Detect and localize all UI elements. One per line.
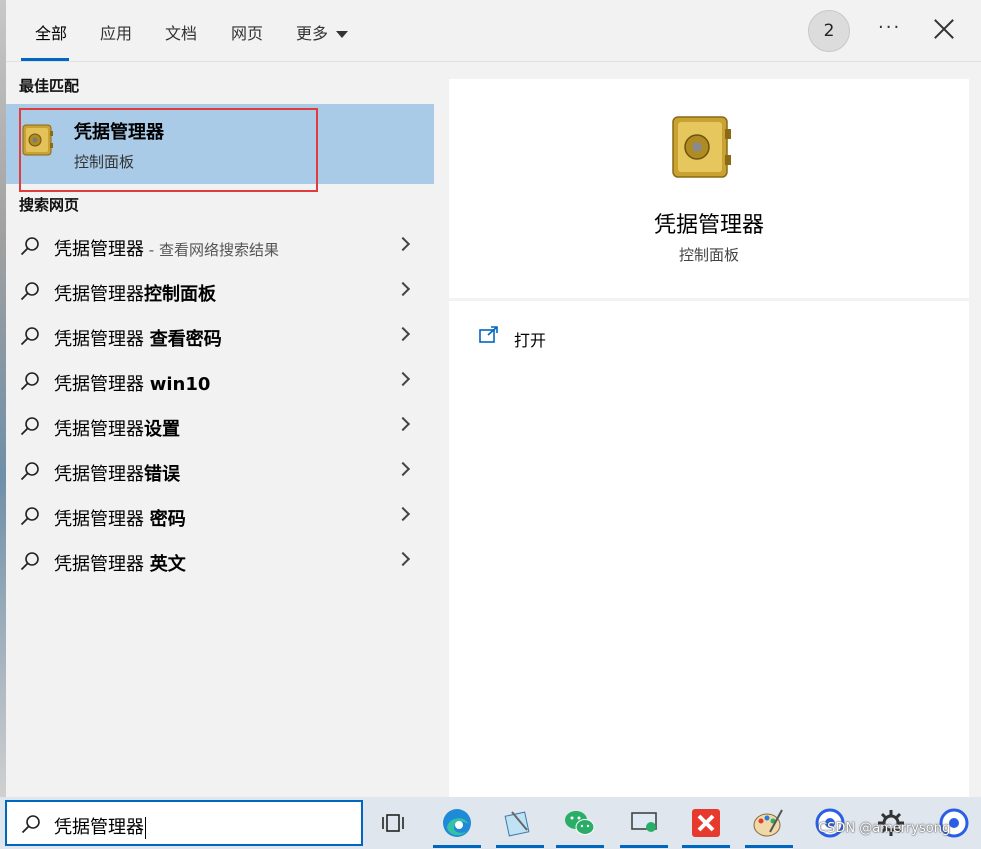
web-result-item[interactable]: 凭据管理器控制面板 [6,269,434,314]
search-input-value: 凭据管理器 [54,817,144,838]
wechat-icon[interactable] [562,805,598,841]
web-result-item[interactable]: 凭据管理器错误 [6,449,434,494]
tab-web[interactable]: 网页 [231,20,263,44]
web-result-text: 凭据管理器 [54,419,144,440]
xmind-active-indicator [682,845,730,848]
paint-active-indicator [745,845,793,848]
remote-active-indicator [620,845,668,848]
web-result-item[interactable]: 凭据管理器 查看密码 [6,314,434,359]
search-icon [20,462,39,481]
web-result-bold: 错误 [144,464,180,485]
preview-title: 凭据管理器 [653,213,764,238]
web-result-bold: 密码 [149,509,186,530]
preview-subtitle: 控制面板 [678,246,739,264]
chevron-right-icon[interactable] [395,371,411,387]
web-result-bold: 控制面板 [144,284,216,305]
web-result-text: 凭据管理器 [54,464,144,485]
chevron-down-icon [336,31,349,38]
edge-active-indicator [433,845,481,848]
search-icon [21,815,40,834]
chevron-right-icon[interactable] [395,461,411,477]
search-header: 全部 应用 文档 网页 更多 2 ··· [6,0,981,62]
tab-documents[interactable]: 文档 [165,20,197,44]
chevron-right-icon[interactable] [395,281,411,297]
windows-search-window: 全部 应用 文档 网页 更多 2 ··· 最佳匹配 凭据管理器 控制面板 搜索网… [0,0,981,849]
search-input[interactable]: 凭据管理器 [5,800,363,846]
wechat-active-indicator [556,845,604,848]
paint-icon[interactable] [750,805,786,841]
close-icon[interactable] [933,18,955,40]
chevron-right-icon[interactable] [395,506,411,522]
tab-apps[interactable]: 应用 [100,20,132,44]
more-options-button[interactable]: ··· [878,17,901,38]
best-match-heading: 最佳匹配 [19,77,80,95]
chevron-right-icon[interactable] [395,236,411,252]
open-window-icon[interactable] [479,326,499,344]
taskbar: 凭据管理器 CSDN @amerrysong [0,797,981,849]
task-view-icon[interactable] [376,805,412,841]
notepad-icon[interactable] [500,805,536,841]
credential-manager-icon [672,116,731,178]
web-result-text: 凭据管理器 [54,284,144,305]
rewards-badge[interactable]: 2 [808,10,850,52]
chevron-right-icon[interactable] [395,551,411,567]
web-result-bold: 查看密码 [149,329,222,350]
web-search-heading: 搜索网页 [19,196,80,214]
web-result-text: 凭据管理器 [54,239,144,260]
web-result-text: 凭据管理器 [54,329,150,350]
chevron-right-icon[interactable] [395,326,411,342]
search-icon [20,372,39,391]
tab-all[interactable]: 全部 [35,20,67,44]
web-result-item[interactable]: 凭据管理器 win10 [6,359,434,404]
edge-icon[interactable] [439,805,475,841]
tab-more[interactable]: 更多 [296,20,349,44]
web-result-bold: win10 [149,374,211,395]
xmind-icon[interactable] [688,805,724,841]
web-result-item[interactable]: 凭据管理器 英文 [6,539,434,584]
preview-divider [449,298,969,301]
web-result-text: 凭据管理器 [54,374,150,395]
results-list: 最佳匹配 凭据管理器 控制面板 搜索网页 凭据管理器 - 查看网络搜索结果 凭据… [6,63,434,797]
preview-pane: 凭据管理器 控制面板 打开 [449,79,969,797]
highlight-annotation-box [19,108,318,192]
web-result-bold: 英文 [149,554,186,575]
web-result-text: 凭据管理器 [54,554,150,575]
web-result-item[interactable]: 凭据管理器 - 查看网络搜索结果 [6,224,434,269]
text-cursor [145,817,146,839]
search-icon [20,552,39,571]
search-icon [20,282,39,301]
watermark-text: CSDN @amerrysong [818,821,951,836]
search-icon [20,237,39,256]
search-icon [20,327,39,346]
web-result-item[interactable]: 凭据管理器 密码 [6,494,434,539]
remote-desktop-icon[interactable] [626,805,662,841]
open-action-label[interactable]: 打开 [514,327,546,351]
search-icon [20,417,39,436]
chevron-right-icon[interactable] [395,416,411,432]
web-result-item[interactable]: 凭据管理器设置 [6,404,434,449]
web-result-text: 凭据管理器 [54,509,150,530]
tab-more-label: 更多 [296,24,329,43]
web-result-bold: 设置 [144,419,180,440]
active-tab-indicator [21,58,69,61]
search-icon [20,507,39,526]
notepad-active-indicator [496,845,544,848]
web-result-hint: - 查看网络搜索结果 [144,241,279,259]
